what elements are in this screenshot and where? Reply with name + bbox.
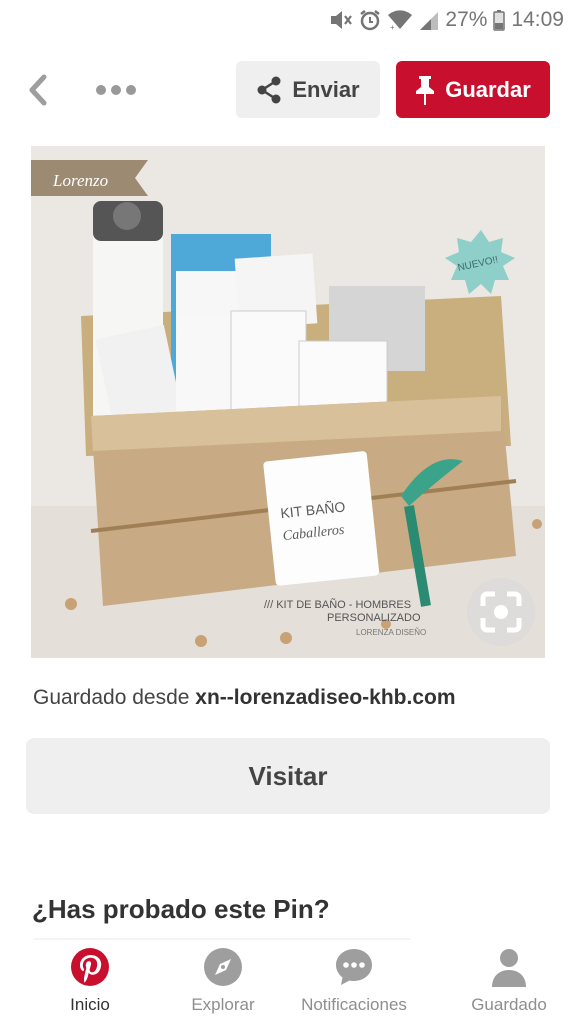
status-time: 14:09: [511, 8, 564, 31]
caption-line-2: PERSONALIZADO: [327, 612, 421, 624]
source-prefix: Guardado desde: [33, 686, 196, 709]
section-title: ¿Has probado este Pin?: [32, 894, 330, 924]
status-bar: + 27% 14:09: [0, 0, 576, 40]
battery-icon: [493, 8, 506, 32]
save-button-label: Guardar: [445, 76, 531, 102]
pin-action-bar: Enviar Guardar: [0, 60, 576, 118]
svg-text:+: +: [390, 23, 395, 31]
profile-icon: [489, 947, 529, 987]
more-dot-icon: [126, 85, 136, 95]
nav-item-notificaciones[interactable]: Notificaciones: [266, 940, 442, 1024]
pin-source: Guardado desde xn--lorenzadiseo-khb.com: [33, 686, 456, 710]
more-dot-icon: [111, 85, 121, 95]
more-options-button[interactable]: [92, 70, 140, 110]
caption-line-1: /// KIT DE BAÑO - HOMBRES: [264, 598, 411, 611]
signal-icon: [419, 8, 439, 32]
visual-search-button[interactable]: [467, 578, 535, 646]
alarm-icon: [359, 8, 381, 32]
back-button[interactable]: [20, 70, 56, 110]
nav-label: Inicio: [70, 995, 110, 1014]
visit-button[interactable]: Visitar: [26, 738, 550, 814]
chat-bubble-icon: [334, 947, 374, 987]
chevron-left-icon: [29, 74, 47, 106]
pushpin-icon: [416, 75, 435, 105]
nav-item-guardado[interactable]: Guardado: [442, 940, 576, 1024]
send-button-label: Enviar: [292, 76, 360, 102]
nav-label: Guardado: [471, 995, 547, 1014]
wifi-icon: +: [387, 8, 413, 32]
gift-box-photo: Lorenzo NUEVO!! KIT BAÑO Caballeros /// …: [31, 146, 545, 658]
share-icon: [257, 76, 281, 103]
nav-item-explorar[interactable]: Explorar: [180, 940, 266, 1024]
brand-tag-text: Lorenzo: [52, 171, 108, 190]
bottom-navigation: Inicio Explorar Notificaciones Guardado: [0, 940, 576, 1024]
nav-label: Notificaciones: [301, 995, 407, 1014]
visit-button-label: Visitar: [248, 760, 328, 791]
mute-icon: [329, 8, 353, 32]
battery-percent: 27%: [445, 8, 488, 31]
pinterest-logo-icon: [70, 947, 110, 987]
nav-label: Explorar: [191, 995, 255, 1014]
send-button[interactable]: Enviar: [236, 61, 380, 118]
caption-brand: LORENZA DISEÑO: [356, 628, 426, 637]
nav-item-inicio[interactable]: Inicio: [0, 940, 180, 1024]
pin-image[interactable]: Lorenzo NUEVO!! KIT BAÑO Caballeros /// …: [31, 146, 545, 658]
source-domain-link[interactable]: xn--lorenzadiseo-khb.com: [195, 686, 455, 709]
compass-icon: [203, 947, 243, 987]
save-button[interactable]: Guardar: [396, 61, 550, 118]
visual-search-icon: [480, 591, 522, 633]
more-dot-icon: [96, 85, 106, 95]
